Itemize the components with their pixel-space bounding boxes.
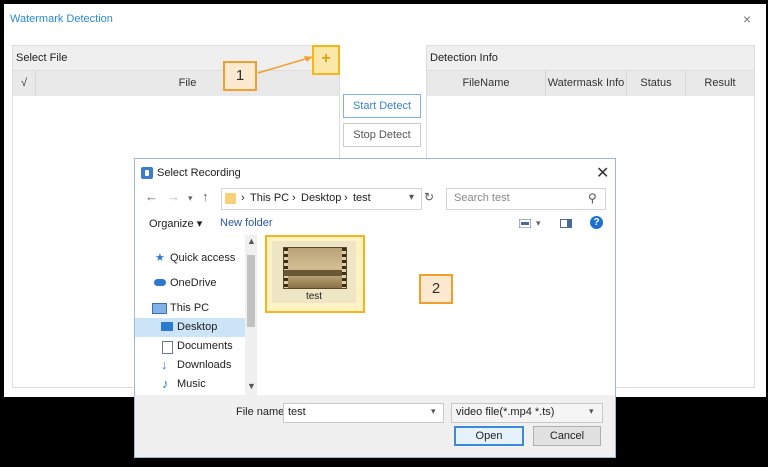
address-bar[interactable]: › This PC › Desktop › test ▾: [221, 188, 422, 210]
window-title: Watermark Detection: [10, 13, 113, 25]
scroll-up-icon[interactable]: ▲: [247, 236, 256, 246]
stop-detect-button[interactable]: Stop Detect: [343, 123, 421, 147]
nav-item-label: Desktop: [177, 321, 218, 333]
callout-2: 2: [419, 274, 453, 304]
nav-scrollbar[interactable]: ▲ ▼: [245, 235, 257, 395]
file-column-header[interactable]: File: [36, 71, 339, 96]
view-options-icon[interactable]: [519, 219, 531, 228]
nav-item-onedrive[interactable]: OneDrive: [135, 274, 245, 293]
cancel-button[interactable]: Cancel: [533, 426, 601, 446]
dialog-footer: File name: test ▾ video file(*.mp4 *.ts)…: [135, 395, 615, 457]
film-sprocket: [284, 248, 288, 288]
app-icon: [141, 167, 153, 179]
desktop-icon: [161, 322, 173, 331]
cloud-icon: [154, 279, 166, 286]
organize-menu[interactable]: Organize ▾: [149, 217, 202, 230]
navigation-pane: ★ Quick access OneDrive This PC Desktop …: [135, 235, 257, 395]
detection-info-title: Detection Info: [430, 52, 498, 64]
search-placeholder: Search test: [454, 192, 510, 204]
help-icon[interactable]: ?: [590, 216, 603, 229]
screenshot-frame: Watermark Detection × Select File √ File…: [0, 0, 768, 466]
nav-item-downloads[interactable]: ↓ Downloads: [135, 356, 245, 375]
plus-icon[interactable]: +: [312, 45, 340, 75]
nav-item-label: Music: [177, 378, 206, 390]
breadcrumb-sep: ›: [344, 192, 348, 204]
nav-item-desktop[interactable]: Desktop: [135, 318, 245, 337]
close-icon[interactable]: ×: [743, 11, 751, 27]
file-type-value: video file(*.mp4 *.ts): [456, 406, 555, 418]
select-file-header: Select File: [13, 46, 339, 70]
documents-icon: [162, 341, 173, 354]
file-name-dropdown-icon[interactable]: ▾: [431, 406, 436, 417]
dialog-title: Select Recording: [157, 167, 241, 179]
file-item-background: test: [272, 241, 356, 303]
breadcrumb-sep: ›: [241, 192, 245, 204]
start-detect-button[interactable]: Start Detect: [343, 94, 421, 118]
file-name-label: test: [305, 291, 323, 302]
scroll-thumb[interactable]: [247, 255, 255, 327]
dialog-close-icon[interactable]: ✕: [596, 163, 609, 183]
status-column-header[interactable]: Status: [627, 71, 686, 96]
music-icon: ♪: [162, 376, 169, 391]
file-name-label: File name:: [236, 406, 288, 418]
breadcrumb-desktop[interactable]: Desktop: [301, 192, 341, 204]
filename-column-header[interactable]: FileName: [427, 71, 546, 96]
open-button[interactable]: Open: [454, 426, 524, 446]
folder-icon: [225, 193, 236, 204]
preview-pane-icon[interactable]: [560, 219, 572, 228]
forward-arrow-icon[interactable]: →: [167, 189, 180, 204]
file-item-test[interactable]: test: [265, 235, 365, 313]
select-recording-dialog: Select Recording ✕ ← → ▾ ↑ › This PC › D…: [134, 158, 616, 458]
nav-item-this-pc[interactable]: This PC: [135, 299, 245, 318]
file-type-dropdown-icon[interactable]: ▾: [589, 406, 594, 417]
search-field[interactable]: Search test ⚲: [446, 188, 606, 210]
nav-item-label: This PC: [170, 302, 210, 314]
download-icon: ↓: [161, 357, 168, 372]
breadcrumb-this-pc[interactable]: This PC: [250, 192, 289, 204]
video-thumbnail-icon: [283, 247, 347, 289]
history-dropdown-icon[interactable]: ▾: [188, 193, 193, 204]
checkbox-column-header[interactable]: √: [13, 71, 36, 96]
star-icon: ★: [155, 252, 165, 264]
new-folder-button[interactable]: New folder: [220, 217, 273, 229]
back-arrow-icon[interactable]: ←: [145, 189, 158, 204]
callout-1: 1: [223, 61, 257, 91]
file-name-value: test: [288, 406, 306, 418]
nav-item-label: Quick access: [170, 252, 236, 264]
nav-item-quick-access[interactable]: ★ Quick access: [135, 249, 245, 268]
nav-item-label: Downloads: [177, 359, 232, 371]
up-arrow-icon[interactable]: ↑: [202, 189, 209, 204]
nav-item-label: Documents: [177, 340, 233, 352]
breadcrumb-sep: ›: [292, 192, 296, 204]
breadcrumb-test[interactable]: test: [353, 192, 371, 204]
file-table-header: √ File: [13, 70, 339, 96]
select-file-title: Select File: [16, 52, 68, 64]
scroll-down-icon[interactable]: ▼: [247, 381, 256, 391]
nav-item-music[interactable]: ♪ Music: [135, 375, 245, 394]
thumbnail-horizon: [284, 270, 346, 276]
nav-item-label: OneDrive: [170, 277, 217, 289]
file-name-input[interactable]: test ▾: [283, 403, 444, 423]
detection-info-header: Detection Info: [427, 46, 754, 70]
refresh-icon[interactable]: ↻: [424, 190, 434, 204]
watermark-info-column-header[interactable]: Watermask Info: [546, 71, 627, 96]
monitor-icon: [152, 303, 167, 314]
result-column-header[interactable]: Result: [686, 71, 754, 96]
film-sprocket: [342, 248, 346, 288]
address-dropdown-icon[interactable]: ▾: [409, 192, 414, 203]
view-dropdown-icon[interactable]: ▾: [536, 218, 541, 229]
nav-item-documents[interactable]: Documents: [135, 337, 245, 356]
detection-table-header: FileName Watermask Info Status Result: [427, 70, 754, 96]
search-icon[interactable]: ⚲: [588, 191, 597, 205]
file-type-select[interactable]: video file(*.mp4 *.ts) ▾: [451, 403, 603, 423]
